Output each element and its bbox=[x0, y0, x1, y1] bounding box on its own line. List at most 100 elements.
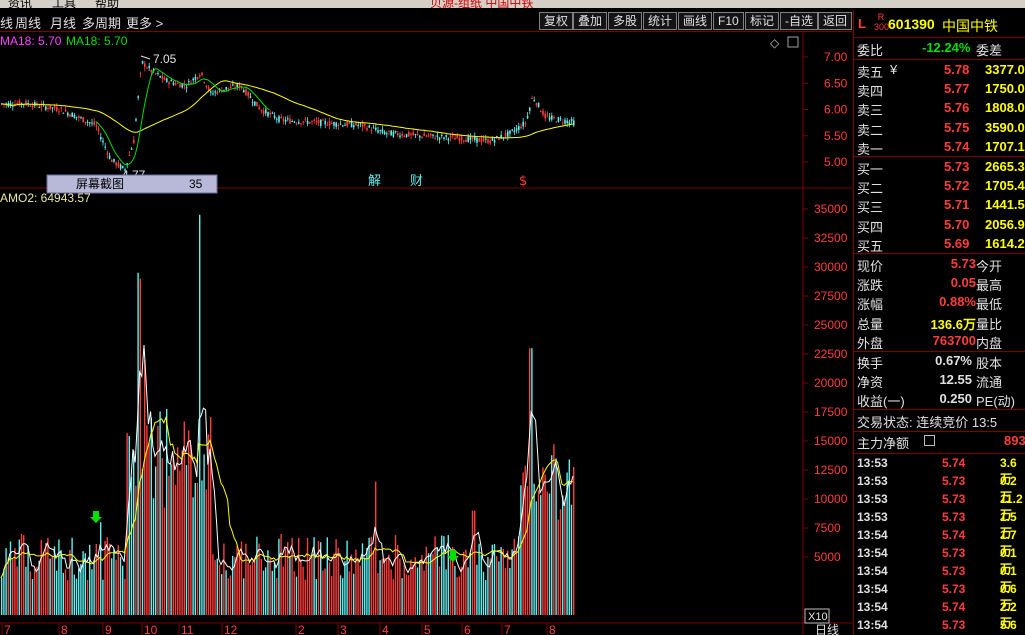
overlay-button[interactable]: 叠加 bbox=[573, 12, 608, 30]
candle-body bbox=[229, 86, 232, 89]
watchlist-button[interactable]: -自选 bbox=[780, 12, 818, 30]
candle-body bbox=[309, 122, 311, 124]
volume-bar bbox=[383, 558, 386, 615]
period-multi[interactable]: 多周期 bbox=[82, 13, 121, 32]
ask-price: 5.77 bbox=[944, 81, 970, 97]
high-price-mark: 7.05 bbox=[153, 52, 177, 66]
bid-price: 5.70 bbox=[944, 216, 970, 232]
stat-row: 涨跌 0.05 最高 bbox=[854, 274, 1025, 293]
volume-bar bbox=[331, 575, 333, 615]
volume-bar bbox=[157, 425, 159, 615]
volume-bar bbox=[379, 560, 381, 615]
menu-item-news[interactable]: 资讯 bbox=[8, 0, 32, 8]
candle-body bbox=[300, 123, 302, 125]
bid-label: 买三 bbox=[857, 200, 884, 216]
candle-body bbox=[570, 118, 573, 122]
volume-bar bbox=[278, 538, 280, 615]
volume-bar bbox=[368, 537, 370, 615]
webi-label: 委比 bbox=[857, 43, 884, 58]
volume-bar bbox=[148, 442, 150, 615]
main-force-row[interactable]: 主力净额 893 bbox=[854, 432, 1025, 451]
volume-bar bbox=[498, 561, 500, 615]
price-tick-label: 7.00 bbox=[824, 50, 848, 64]
volume-bar bbox=[522, 472, 524, 615]
multi-stock-button[interactable]: 多股 bbox=[608, 12, 643, 30]
period-daily[interactable]: 线 bbox=[0, 13, 13, 32]
candle-body bbox=[454, 137, 456, 140]
draw-line-button[interactable]: 画线 bbox=[678, 12, 713, 30]
candle-body bbox=[265, 109, 267, 114]
candle-body bbox=[135, 119, 137, 121]
bid-volume: 1705.4 bbox=[985, 178, 1025, 194]
candle-body bbox=[460, 135, 463, 141]
stat2-label: 换手 bbox=[857, 356, 884, 371]
tick-price: 5.73 bbox=[942, 618, 966, 632]
period-weekly[interactable]: 周线 bbox=[15, 13, 41, 32]
candle-body bbox=[399, 135, 401, 138]
candle-body bbox=[434, 138, 436, 140]
candle-body bbox=[113, 158, 115, 162]
candle-body bbox=[60, 107, 62, 109]
ma-line-green bbox=[95, 68, 270, 166]
event-unlock-label[interactable]: 解 bbox=[368, 174, 381, 189]
candle-body bbox=[155, 73, 157, 75]
volume-bar bbox=[214, 560, 216, 615]
volume-bar bbox=[357, 558, 359, 615]
mark-button[interactable]: 标记 bbox=[745, 12, 780, 30]
volume-bar bbox=[533, 483, 535, 615]
event-finance-label[interactable]: 财 bbox=[410, 174, 423, 189]
stat2-row: 收益(一) 0.250 PE(动) bbox=[854, 390, 1025, 409]
diamond-icon[interactable]: ◇ bbox=[770, 36, 780, 50]
statistics-button[interactable]: 统计 bbox=[643, 12, 678, 30]
date-tick-label: 8 bbox=[549, 623, 556, 635]
period-more[interactable]: 更多 > bbox=[126, 13, 163, 32]
candle-body bbox=[141, 61, 144, 64]
candle-body bbox=[555, 121, 557, 123]
volume-bar bbox=[232, 555, 234, 615]
price-axis: 7.00 6.50 6.00 5.50 5.00 bbox=[803, 50, 848, 169]
adjust-button[interactable]: 复权 bbox=[539, 12, 574, 30]
volume-bar bbox=[353, 573, 355, 615]
candle-body bbox=[276, 118, 278, 120]
candle-body bbox=[438, 137, 441, 140]
candle-body bbox=[295, 123, 298, 125]
stat2-label: 收益(一) bbox=[857, 394, 905, 410]
volume-bar bbox=[254, 557, 256, 615]
volume-bar bbox=[326, 537, 328, 615]
back-button[interactable]: 返回 bbox=[818, 12, 852, 30]
volume-bar bbox=[458, 576, 460, 615]
period-label[interactable]: 日线 bbox=[815, 623, 839, 635]
list-icon[interactable] bbox=[924, 435, 935, 446]
candle-body bbox=[273, 115, 276, 119]
volume-bar bbox=[174, 484, 177, 615]
event-dollar-label[interactable]: $ bbox=[519, 174, 527, 189]
menu-item-help[interactable]: 帮助 bbox=[95, 0, 119, 8]
candle-body bbox=[291, 120, 293, 122]
menu-item-tools[interactable]: 工具 bbox=[52, 0, 76, 8]
volume-bar bbox=[520, 485, 522, 615]
candle-body bbox=[62, 112, 65, 114]
volume-bar bbox=[445, 569, 447, 615]
volume-bar bbox=[49, 558, 51, 615]
tick-price: 5.73 bbox=[942, 582, 966, 596]
volume-bar bbox=[258, 543, 260, 615]
zoom-box-icon[interactable] bbox=[787, 36, 799, 48]
tick-row: 13:54 5.73 0.1万 bbox=[854, 545, 1025, 576]
candle-body bbox=[507, 131, 509, 137]
volume-bar bbox=[537, 490, 540, 615]
chart-area[interactable]: MA18: 5.70 MA18: 5.70 ◇ 7.00 6.50 6.00 5.50… bbox=[0, 33, 852, 635]
candle-body bbox=[75, 116, 78, 118]
volume-bar bbox=[256, 536, 258, 615]
stock-name: 中国中铁 bbox=[942, 18, 998, 34]
candle-body bbox=[181, 84, 183, 88]
candle-body bbox=[320, 119, 322, 126]
candle-body bbox=[515, 128, 518, 131]
volume-bar bbox=[276, 577, 278, 615]
period-monthly[interactable]: 月线 bbox=[50, 13, 76, 32]
stock-code: 601390 bbox=[888, 16, 935, 32]
f10-button[interactable]: F10 bbox=[713, 12, 744, 30]
kline-chart[interactable]: MA18: 5.70 MA18: 5.70 ◇ 7.00 6.50 6.00 5.50… bbox=[0, 33, 852, 635]
stat-value: 763700 bbox=[932, 332, 976, 348]
date-tick-label: 3 bbox=[340, 623, 347, 635]
candle-body bbox=[278, 116, 280, 123]
